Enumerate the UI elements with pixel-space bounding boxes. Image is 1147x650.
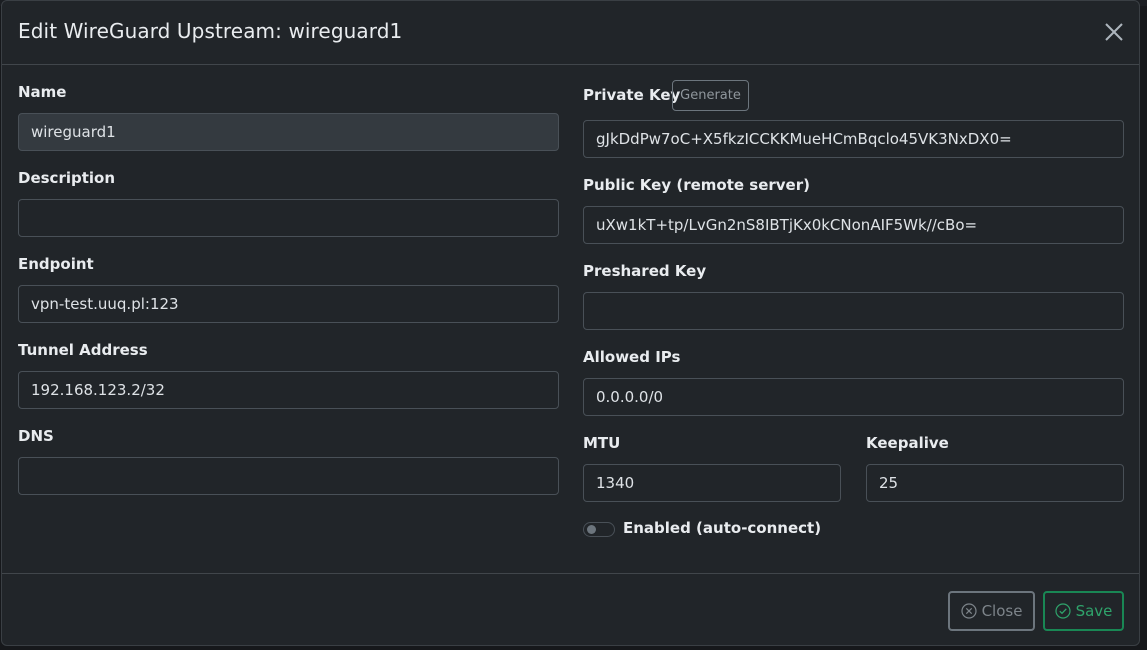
check-circle-icon — [1054, 603, 1071, 619]
public-key-label: Public Key (remote server) — [583, 176, 810, 194]
edit-upstream-modal: Edit WireGuard Upstream: wireguard1 Name… — [1, 0, 1140, 646]
modal-header: Edit WireGuard Upstream: wireguard1 — [2, 1, 1139, 65]
name-label: Name — [18, 83, 67, 101]
save-button-label: Save — [1075, 602, 1113, 620]
generate-key-button[interactable]: Generate — [672, 80, 749, 111]
keepalive-input[interactable] — [866, 464, 1124, 502]
x-circle-icon — [960, 603, 977, 619]
save-button[interactable]: Save — [1043, 591, 1124, 631]
close-button[interactable]: Close — [948, 591, 1035, 631]
description-label: Description — [18, 169, 116, 187]
dns-label: DNS — [18, 427, 54, 445]
preshared-key-input[interactable] — [583, 292, 1124, 330]
enabled-label: Enabled (auto-connect) — [623, 519, 822, 537]
mtu-input[interactable] — [583, 464, 841, 502]
preshared-key-label: Preshared Key — [583, 262, 707, 280]
public-key-input[interactable] — [583, 206, 1124, 244]
toggle-knob — [587, 525, 596, 534]
endpoint-input[interactable] — [18, 285, 559, 323]
description-input[interactable] — [18, 199, 559, 237]
tunnel-address-label: Tunnel Address — [18, 341, 148, 359]
name-input[interactable] — [18, 113, 559, 151]
modal-footer: Close Save — [2, 573, 1139, 647]
tunnel-address-input[interactable] — [18, 371, 559, 409]
mtu-label: MTU — [583, 434, 621, 452]
close-button-label: Close — [981, 602, 1023, 620]
dns-input[interactable] — [18, 457, 559, 495]
keepalive-label: Keepalive — [866, 434, 949, 452]
allowed-ips-input[interactable] — [583, 378, 1124, 416]
modal-title: Edit WireGuard Upstream: wireguard1 — [18, 19, 403, 43]
endpoint-label: Endpoint — [18, 255, 94, 273]
enabled-toggle[interactable] — [583, 522, 615, 537]
allowed-ips-label: Allowed IPs — [583, 348, 681, 366]
private-key-label: Private Key — [583, 86, 681, 104]
close-icon[interactable] — [1103, 21, 1125, 43]
private-key-input[interactable] — [583, 120, 1124, 158]
